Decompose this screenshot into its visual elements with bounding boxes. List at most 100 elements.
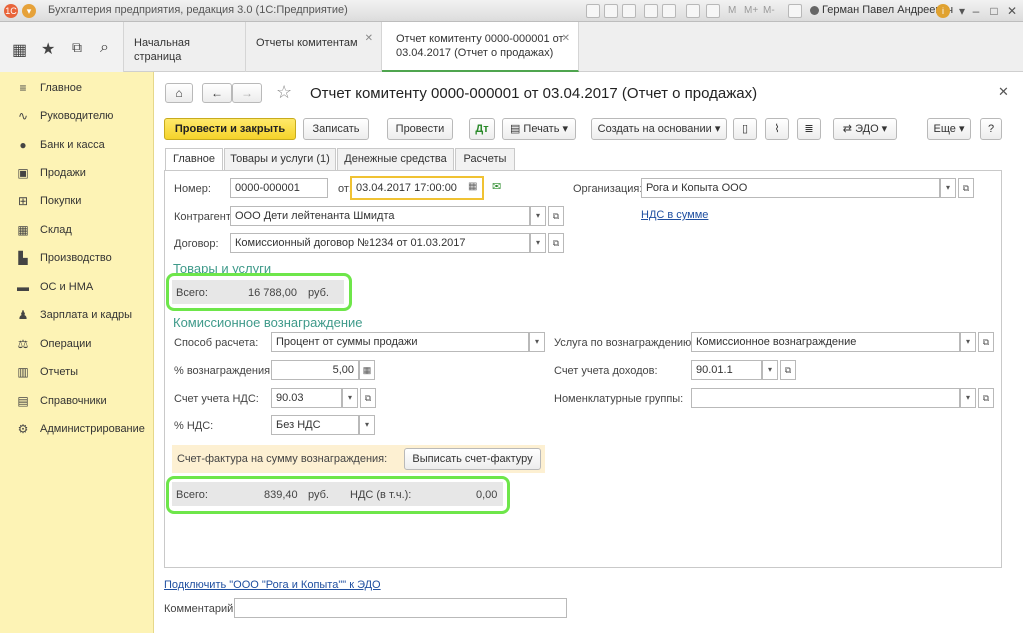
sidebar-item-main[interactable]: ≡ Главное [0, 74, 154, 102]
open-icon[interactable]: ⧉ [548, 233, 564, 253]
open-icon[interactable]: ⧉ [360, 388, 376, 408]
favorites-star-icon[interactable]: ★ [41, 39, 55, 59]
open-icon[interactable]: ⧉ [978, 332, 994, 352]
income-account-field[interactable]: 90.01.1 [691, 360, 762, 380]
open-icon[interactable]: ⧉ [958, 178, 974, 198]
tab-current-report[interactable]: Отчет комитенту 0000-000001 от 03.04.201… [382, 22, 579, 72]
vat-account-field[interactable]: 90.03 [271, 388, 342, 408]
nomenclature-groups-field[interactable] [691, 388, 960, 408]
sidebar-item-label: ОС и НМА [40, 281, 94, 293]
calendar-icon[interactable]: ▦ [468, 181, 477, 192]
chevron-down-icon[interactable]: ▾ [960, 332, 976, 352]
chevron-down-icon[interactable]: ▾ [359, 415, 375, 435]
sidebar-item-reports[interactable]: ▥ Отчеты [0, 358, 154, 386]
sidebar-item-bank[interactable]: ● Банк и касса [0, 131, 154, 159]
service-field[interactable]: Комиссионное вознаграждение [691, 332, 960, 352]
print-button[interactable]: ▤ Печать ▾ [502, 118, 576, 140]
calc-icon[interactable] [706, 4, 720, 18]
tab-home[interactable]: Начальная страница [124, 22, 246, 72]
more-button[interactable]: Еще ▾ [927, 118, 971, 140]
percent-field[interactable]: 5,00 [271, 360, 359, 380]
close-icon[interactable]: ✕ [562, 32, 570, 46]
contract-field[interactable]: Комиссионный договор №1234 от 01.03.2017 [230, 233, 530, 253]
vat-rate-field[interactable]: Без НДС [271, 415, 359, 435]
number-field[interactable]: 0000-000001 [230, 178, 328, 198]
close-form-icon[interactable]: ✕ [998, 84, 1009, 100]
open-icon[interactable]: ⧉ [978, 388, 994, 408]
chevron-down-icon[interactable]: ▾ [530, 233, 546, 253]
minimize-icon[interactable]: – [966, 3, 986, 19]
chevron-down-icon[interactable]: ▾ [529, 332, 545, 352]
sidebar-item-director[interactable]: ∿ Руководителю [0, 102, 154, 130]
post-button[interactable]: Провести [387, 118, 453, 140]
connect-edo-link[interactable]: Подключить "ООО "Рога и Копыта"" к ЭДО [164, 579, 381, 591]
sidebar-item-admin[interactable]: ⚙ Администрирование [0, 415, 154, 443]
attachment-icon[interactable]: ⌇ [765, 118, 789, 140]
search-icon[interactable]: ⌕ [100, 39, 109, 57]
chevron-down-icon[interactable]: ▾ [960, 388, 976, 408]
debit-credit-icon[interactable]: Дт [469, 118, 495, 140]
help-button[interactable]: ? [980, 118, 1002, 140]
tab-consignor-reports[interactable]: Отчеты комитентам ✕ [246, 22, 382, 72]
gear-icon: ⚙ [17, 422, 29, 436]
organization-field[interactable]: Рога и Копыта ООО [641, 178, 940, 198]
copy-icon[interactable] [686, 4, 700, 18]
forward-button[interactable]: → [232, 83, 262, 103]
history-icon[interactable]: ⧉ [72, 39, 82, 56]
tab-main[interactable]: Главное [165, 148, 223, 171]
open-icon[interactable]: ⧉ [780, 360, 796, 380]
favorite-star-icon[interactable]: ☆ [276, 82, 292, 103]
vat-included-link[interactable]: НДС в сумме [641, 209, 708, 221]
info-icon[interactable]: i [936, 4, 950, 18]
mail-icon[interactable] [622, 4, 636, 18]
close-window-icon[interactable]: ✕ [1002, 3, 1022, 19]
sidebar-item-salary[interactable]: ♟ Зарплата и кадры [0, 301, 154, 329]
mail-check-icon[interactable]: ✉ [492, 180, 501, 193]
counterparty-field[interactable]: ООО Дети лейтенанта Шмидта [230, 206, 530, 226]
star-icon[interactable] [662, 4, 676, 18]
chevron-down-icon[interactable]: ▾ [762, 360, 778, 380]
date-field[interactable]: 03.04.2017 17:00:00 [350, 176, 484, 200]
sidebar-item-assets[interactable]: ▬ ОС и НМА [0, 273, 154, 301]
memory-plus-button[interactable]: M+ [744, 5, 758, 16]
list-icon[interactable]: ≣ [797, 118, 821, 140]
issue-invoice-button[interactable]: Выписать счет-фактуру [404, 448, 541, 470]
post-and-close-button[interactable]: Провести и закрыть [164, 118, 296, 140]
home-nav-button[interactable]: ⌂ [165, 83, 193, 103]
memory-m-button[interactable]: M [728, 5, 736, 16]
sidebar-item-warehouse[interactable]: ▦ Склад [0, 216, 154, 244]
panel-toggle-icon[interactable] [788, 4, 802, 18]
number-label: Номер: [174, 183, 211, 195]
comment-field[interactable] [234, 598, 567, 618]
apps-grid-icon[interactable]: ▦ [12, 40, 27, 60]
save-icon[interactable] [586, 4, 600, 18]
sidebar-item-purchases[interactable]: ⊞ Покупки [0, 187, 154, 215]
document-icon[interactable]: ▯ [733, 118, 757, 140]
sidebar-item-sales[interactable]: ▣ Продажи [0, 159, 154, 187]
edo-button[interactable]: ⇄ ЭДО ▾ [833, 118, 897, 140]
create-based-on-button[interactable]: Создать на основании ▾ [591, 118, 727, 140]
app-menu-icon[interactable]: ▾ [22, 4, 36, 18]
sidebar-item-operations[interactable]: ⚖ Операции [0, 330, 154, 358]
calculator-icon[interactable]: ▦ [359, 360, 375, 380]
tab-money[interactable]: Денежные средства [337, 148, 454, 170]
chevron-down-icon[interactable]: ▾ [530, 206, 546, 226]
sidebar-item-production[interactable]: ▙ Производство [0, 244, 154, 272]
maximize-icon[interactable]: □ [984, 3, 1004, 19]
open-icon[interactable]: ⧉ [548, 206, 564, 226]
chevron-down-icon[interactable]: ▾ [342, 388, 358, 408]
create-based-label: Создать на основании [597, 123, 712, 135]
back-button[interactable]: ← [202, 83, 232, 103]
chevron-down-icon[interactable]: ▾ [940, 178, 956, 198]
menu-icon: ≡ [19, 81, 27, 95]
sidebar-item-references[interactable]: ▤ Справочники [0, 387, 154, 415]
print-icon[interactable] [604, 4, 618, 18]
tab-goods[interactable]: Товары и услуги (1) [224, 148, 336, 170]
calc-method-field[interactable]: Процент от суммы продажи [271, 332, 529, 352]
memory-minus-button[interactable]: M- [763, 5, 775, 16]
user-name[interactable]: Герман Павел Андреевич [822, 4, 953, 16]
save-button[interactable]: Записать [303, 118, 369, 140]
tab-settlements[interactable]: Расчеты [455, 148, 515, 170]
home-icon[interactable] [644, 4, 658, 18]
close-icon[interactable]: ✕ [365, 32, 373, 46]
